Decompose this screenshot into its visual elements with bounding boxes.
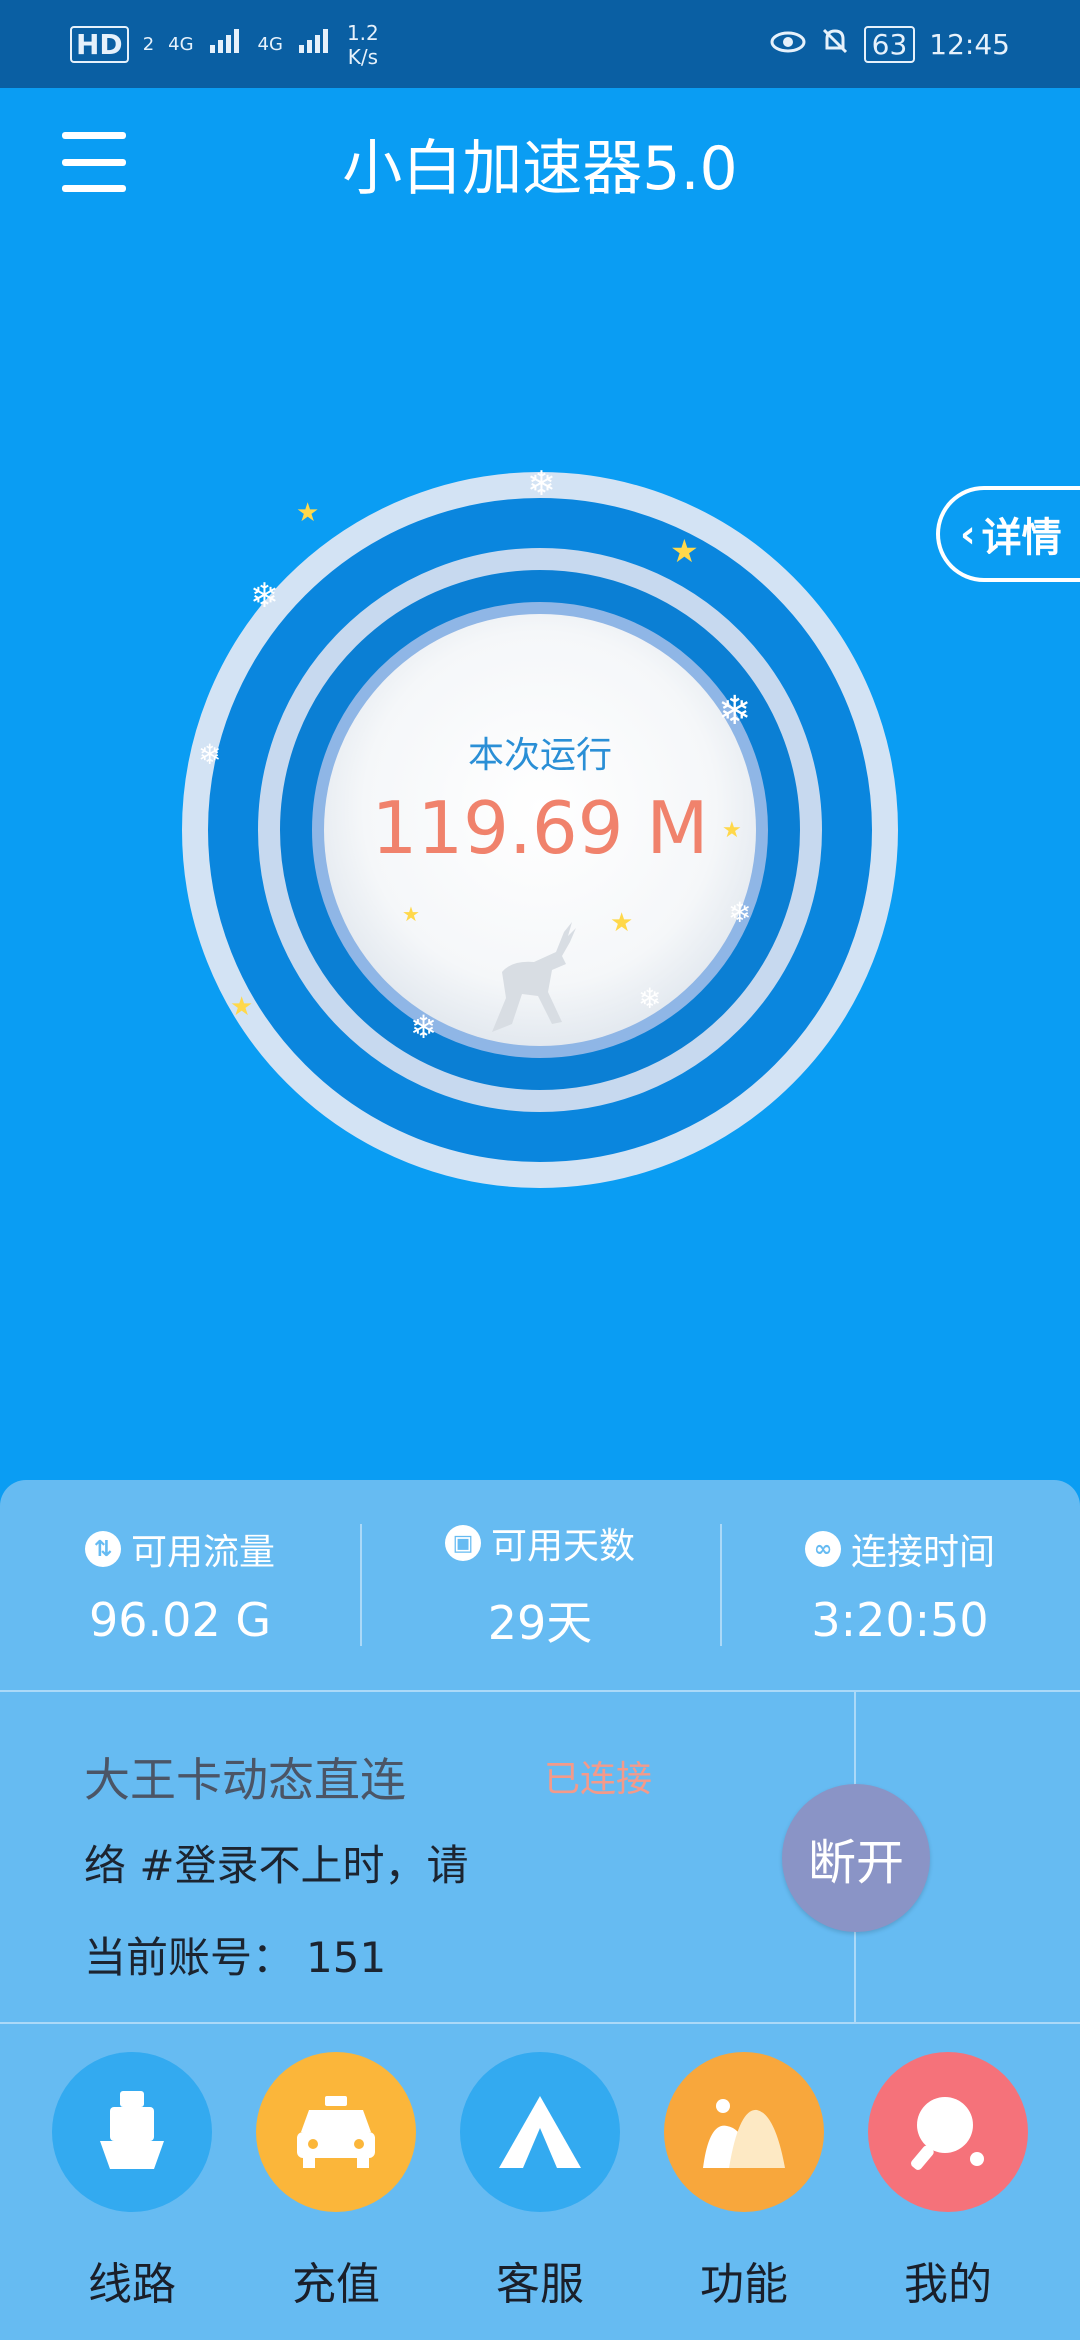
nav-profile-circle bbox=[868, 2052, 1028, 2212]
chevron-left-icon: ‹ bbox=[960, 512, 976, 556]
account-info: 当前账号： 151 bbox=[84, 1924, 386, 1985]
stat-days-label: 可用天数 bbox=[490, 1526, 635, 1567]
hd-badge: HD bbox=[70, 25, 129, 63]
hd-sub: 2 bbox=[142, 33, 155, 55]
nav-routes[interactable]: 线路 bbox=[52, 2024, 212, 2340]
link-icon: ∞ bbox=[804, 1531, 841, 1567]
stat-connection-time: ∞ 连接时间 3:20:50 bbox=[720, 1480, 1080, 1690]
run-label: 本次运行 bbox=[467, 735, 612, 776]
stats-row: ⇅ 可用流量 96.02 G ▣ 可用天数 29天 ∞ 连接时间 3:20:50 bbox=[0, 1480, 1080, 1690]
taxi-icon bbox=[297, 2096, 375, 2168]
star-icon: ★ bbox=[670, 532, 699, 570]
details-button[interactable]: ‹ 详情 bbox=[936, 486, 1080, 582]
details-label: 详情 bbox=[981, 515, 1062, 561]
mute-bell-icon bbox=[820, 26, 850, 63]
nav-features-circle bbox=[664, 2052, 824, 2212]
network-speed: 1.2 K/s bbox=[347, 20, 379, 68]
star-icon: ★ bbox=[610, 908, 634, 938]
route-name: 大王卡动态直连 bbox=[84, 1753, 406, 1807]
app-root: HD 2 4G 4G 1.2 K/s 63 12:45 小白加速器5.0 ‹ 详… bbox=[0, 0, 1080, 2340]
reindeer-icon bbox=[492, 922, 576, 1032]
status-bar-right: 63 12:45 bbox=[770, 25, 1010, 63]
bottom-nav: 线路 充值 客服 功能 我的 bbox=[0, 2024, 1080, 2340]
stat-days: ▣ 可用天数 29天 bbox=[360, 1480, 720, 1690]
nav-profile-label: 我的 bbox=[904, 2259, 992, 2310]
nav-routes-circle bbox=[52, 2052, 212, 2212]
traffic-icon: ⇅ bbox=[84, 1531, 121, 1567]
nav-routes-label: 线路 bbox=[88, 2259, 176, 2310]
nav-recharge-circle bbox=[256, 2052, 416, 2212]
status-bar-left: HD 2 4G 4G 1.2 K/s bbox=[70, 20, 379, 68]
disconnect-button[interactable]: 断开 bbox=[782, 1784, 930, 1932]
nav-support[interactable]: 客服 bbox=[460, 2024, 620, 2340]
stat-traffic: ⇅ 可用流量 96.02 G bbox=[0, 1480, 360, 1690]
run-value: 119.69 M bbox=[371, 786, 709, 870]
account-label: 当前账号： bbox=[84, 1933, 295, 1982]
stat-connection-time-label: 连接时间 bbox=[850, 1532, 995, 1573]
stat-days-value: 29天 bbox=[487, 1596, 593, 1650]
stat-connection-time-value: 3:20:50 bbox=[811, 1593, 989, 1647]
nav-recharge[interactable]: 充值 bbox=[256, 2024, 416, 2340]
nav-recharge-label: 充值 bbox=[292, 2259, 380, 2310]
stat-days-head: ▣ 可用天数 bbox=[444, 1517, 635, 1569]
network-4g-label-2: 4G bbox=[257, 33, 283, 55]
snowflake-icon: ❄ bbox=[728, 896, 752, 929]
mountain-icon bbox=[703, 2099, 785, 2168]
nav-features-label: 功能 bbox=[700, 2259, 788, 2310]
nav-profile[interactable]: 我的 bbox=[868, 2024, 1028, 2340]
star-icon: ★ bbox=[230, 992, 254, 1022]
network-speed-value: 1.2 bbox=[346, 21, 379, 45]
account-value: 151 bbox=[306, 1933, 387, 1982]
stat-traffic-label: 可用流量 bbox=[130, 1532, 275, 1573]
hero-section: ‹ 详情 ❄ ★ ★ ❄ ❄ ❄ ★ ❄ ★ ❄ ❄ ★ ★ ★ 本次运行 bbox=[0, 238, 1080, 1480]
eye-icon bbox=[770, 28, 806, 61]
ship-icon bbox=[100, 2091, 164, 2169]
snowflake-icon: ❄ bbox=[410, 1008, 437, 1046]
snowflake-icon: ❄ bbox=[527, 464, 556, 504]
nav-support-label: 客服 bbox=[496, 2259, 584, 2310]
snowflake-icon: ❄ bbox=[638, 982, 662, 1015]
battery-indicator: 63 bbox=[863, 25, 916, 63]
pingpong-icon bbox=[911, 2097, 984, 2170]
notice-marquee: 络 #登录不上时，请 bbox=[84, 1841, 469, 1890]
connection-status: 已连接 bbox=[544, 1759, 653, 1800]
traffic-dial: ❄ ★ ★ ❄ ❄ ❄ ★ ❄ ★ ❄ ❄ ★ ★ ★ 本次运行 119.69 … bbox=[182, 464, 898, 1188]
calendar-icon: ▣ bbox=[444, 1525, 481, 1561]
stat-traffic-head: ⇅ 可用流量 bbox=[84, 1523, 275, 1575]
signal-icon-2 bbox=[297, 27, 333, 62]
snowflake-icon: ❄ bbox=[250, 576, 279, 616]
stat-traffic-value: 96.02 G bbox=[89, 1593, 271, 1647]
clock: 12:45 bbox=[929, 27, 1010, 61]
star-icon: ★ bbox=[296, 498, 320, 528]
bottom-panel: ⇅ 可用流量 96.02 G ▣ 可用天数 29天 ∞ 连接时间 3:20:50 bbox=[0, 1480, 1080, 2340]
status-bar: HD 2 4G 4G 1.2 K/s 63 12:45 bbox=[0, 0, 1080, 88]
app-bar: 小白加速器5.0 bbox=[0, 88, 1080, 238]
nav-support-circle bbox=[460, 2052, 620, 2212]
app-title: 小白加速器5.0 bbox=[342, 134, 738, 204]
tent-icon bbox=[499, 2096, 581, 2168]
signal-icon-1 bbox=[208, 27, 244, 62]
network-4g-label-1: 4G bbox=[168, 33, 194, 55]
network-speed-unit: K/s bbox=[347, 45, 378, 69]
nav-features[interactable]: 功能 bbox=[664, 2024, 824, 2340]
stat-connection-time-head: ∞ 连接时间 bbox=[804, 1523, 995, 1575]
star-icon: ★ bbox=[402, 902, 420, 926]
